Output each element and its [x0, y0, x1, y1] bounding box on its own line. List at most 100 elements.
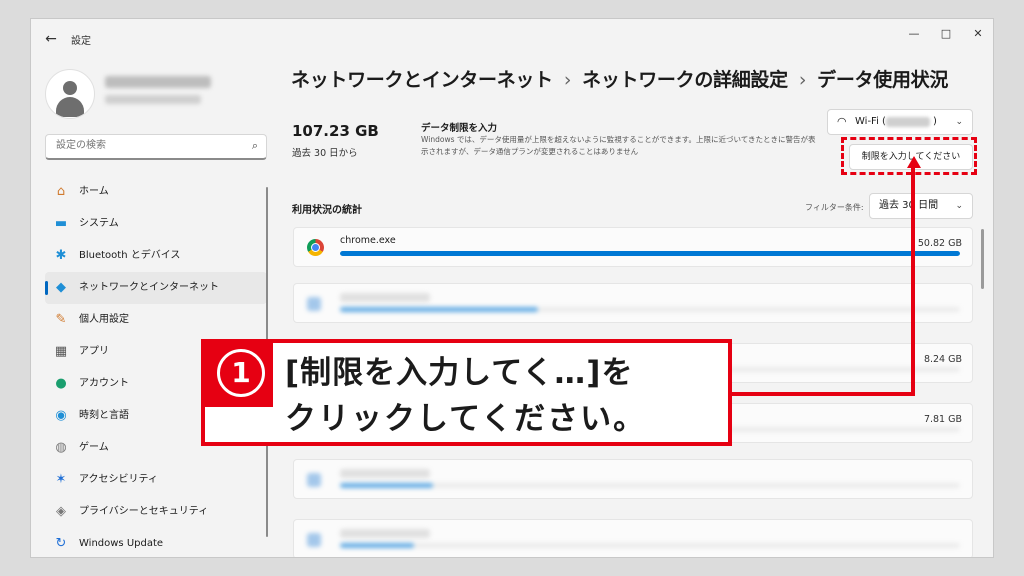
sidebar-item[interactable]: ✎ 個人用設定 — [45, 304, 267, 336]
breadcrumb-separator: › — [563, 69, 572, 91]
usage-progress-bar — [340, 543, 960, 548]
close-button[interactable]: ✕ — [965, 24, 991, 44]
chevron-down-icon: ⌄ — [955, 117, 963, 127]
usage-stats-title: 利用状況の統計 — [292, 205, 362, 216]
search-input[interactable] — [54, 139, 238, 152]
usage-progress-bar — [340, 307, 960, 312]
sidebar-item[interactable]: ⌂ ホーム — [45, 176, 267, 208]
sidebar-item[interactable]: ▬ システム — [45, 208, 267, 240]
total-usage: 107.23 GB — [292, 122, 379, 140]
usage-progress-fill — [340, 307, 539, 312]
arrow-vertical-line — [911, 166, 915, 396]
sidebar-item-label: ネットワークとインターネット — [79, 282, 219, 293]
settings-window: ← 設定 — □ ✕ ⌕ ⌂ ホーム ▬ システム ✱ Bluetooth とデバイス ◆ ネ… — [30, 18, 994, 558]
brush-icon: ✎ — [55, 312, 67, 327]
app-icon — [307, 533, 321, 547]
gamepad-icon: ◍ — [55, 440, 67, 455]
usage-progress-bar — [340, 483, 960, 488]
network-dropdown[interactable]: ◠ Wi-Fi ( ) ⌄ — [827, 109, 973, 135]
app-usage-row[interactable]: chrome.exe 50.82 GB — [293, 227, 973, 267]
page-title: データ使用状況 — [817, 69, 949, 91]
back-arrow-icon[interactable]: ← — [41, 29, 61, 49]
accessibility-icon: ✶ — [55, 472, 67, 487]
sidebar-item[interactable]: ↻ Windows Update — [45, 528, 267, 557]
app-icon — [307, 473, 321, 487]
sidebar-item-label: 個人用設定 — [79, 314, 129, 325]
update-icon: ↻ — [55, 536, 67, 551]
sidebar-item[interactable]: ◆ ネットワークとインターネット — [45, 272, 267, 304]
app-usage-row[interactable] — [293, 459, 973, 499]
instruction-line-2: クリックしてください。 — [285, 401, 647, 437]
filter-value: 過去 30 日間 — [879, 200, 939, 211]
chrome-icon — [307, 239, 324, 256]
breadcrumb-separator: › — [798, 69, 807, 91]
sidebar-item-label: システム — [79, 218, 119, 229]
app-data-size: 50.82 GB — [917, 238, 962, 249]
usage-progress-fill — [340, 543, 415, 548]
usage-progress-bar — [340, 251, 960, 256]
search-icon[interactable]: ⌕ — [252, 139, 258, 153]
account-icon: ● — [55, 376, 67, 391]
app-name — [340, 529, 430, 538]
usage-progress-fill — [340, 483, 433, 488]
filter-label: フィルター条件: — [805, 203, 864, 212]
step-number: 1 — [217, 349, 265, 397]
maximize-button[interactable]: □ — [933, 24, 959, 44]
data-limit-description: Windows では、データ使用量が上限を超えないように監視することができます。… — [421, 135, 816, 156]
wifi-icon: ◠ — [837, 115, 847, 128]
account-name-blurred — [105, 76, 211, 88]
content-scrollbar[interactable] — [981, 229, 984, 289]
usage-progress-fill — [340, 251, 960, 256]
sidebar-item[interactable]: ✶ アクセシビリティ — [45, 464, 267, 496]
globe-icon: ◉ — [55, 408, 67, 423]
sidebar-item-label: ホーム — [79, 186, 109, 197]
app-usage-row[interactable] — [293, 283, 973, 323]
system-icon: ▬ — [54, 216, 68, 231]
apps-icon: ▦ — [54, 344, 68, 359]
settings-search[interactable]: ⌕ — [45, 134, 267, 160]
active-indicator — [45, 281, 48, 295]
breadcrumb-network-internet[interactable]: ネットワークとインターネット — [291, 69, 553, 91]
chevron-down-icon: ⌄ — [955, 201, 963, 211]
app-title: 設定 — [71, 36, 91, 47]
app-name — [340, 293, 430, 302]
avatar-body-icon — [56, 97, 84, 117]
sidebar-item[interactable]: ◈ プライバシーとセキュリティ — [45, 496, 267, 528]
app-icon — [307, 297, 321, 311]
network-name-blurred — [886, 117, 930, 127]
breadcrumb: ネットワークとインターネット › ネットワークの詳細設定 › データ使用状況 — [291, 65, 948, 92]
home-icon: ⌂ — [56, 184, 66, 199]
sidebar-item-label: Windows Update — [79, 538, 164, 549]
filter-dropdown[interactable]: 過去 30 日間 ⌄ — [869, 193, 973, 219]
avatar[interactable] — [45, 69, 95, 119]
sidebar-item-label: アプリ — [79, 346, 109, 357]
sidebar-item[interactable]: ✱ Bluetooth とデバイス — [45, 240, 267, 272]
sidebar-item-label: プライバシーとセキュリティ — [79, 506, 209, 517]
app-name — [340, 469, 430, 478]
account-email-blurred — [105, 95, 201, 104]
breadcrumb-advanced-network[interactable]: ネットワークの詳細設定 — [582, 69, 788, 91]
sidebar-item-label: ゲーム — [79, 442, 109, 453]
usage-period: 過去 30 日から — [292, 148, 358, 159]
avatar-head-icon — [63, 81, 77, 95]
title-bar: ← 設定 — □ ✕ — [31, 19, 993, 59]
sidebar-item-label: アクセシビリティ — [79, 474, 158, 485]
app-data-size: 7.81 GB — [923, 414, 962, 425]
data-limit-title: データ制限を入力 — [421, 123, 498, 134]
arrow-horizontal-line — [730, 392, 915, 396]
instruction-line-1: [制限を入力してく…]を — [285, 355, 634, 391]
wifi-icon: ◆ — [56, 280, 66, 295]
minimize-button[interactable]: — — [901, 24, 927, 44]
app-data-size: 8.24 GB — [923, 354, 962, 365]
app-name: chrome.exe — [340, 235, 396, 246]
sidebar-item-label: Bluetooth とデバイス — [79, 250, 181, 261]
bluetooth-icon: ✱ — [55, 248, 67, 263]
arrow-up-icon — [907, 156, 921, 168]
step-badge: 1 — [205, 343, 273, 407]
app-usage-row[interactable] — [293, 519, 973, 557]
network-name-prefix: Wi-Fi ( — [855, 116, 886, 127]
network-name-suffix: ) — [933, 116, 937, 127]
shield-icon: ◈ — [56, 504, 66, 519]
sidebar-item-label: アカウント — [79, 378, 129, 389]
sidebar-item-label: 時刻と言語 — [79, 410, 129, 421]
